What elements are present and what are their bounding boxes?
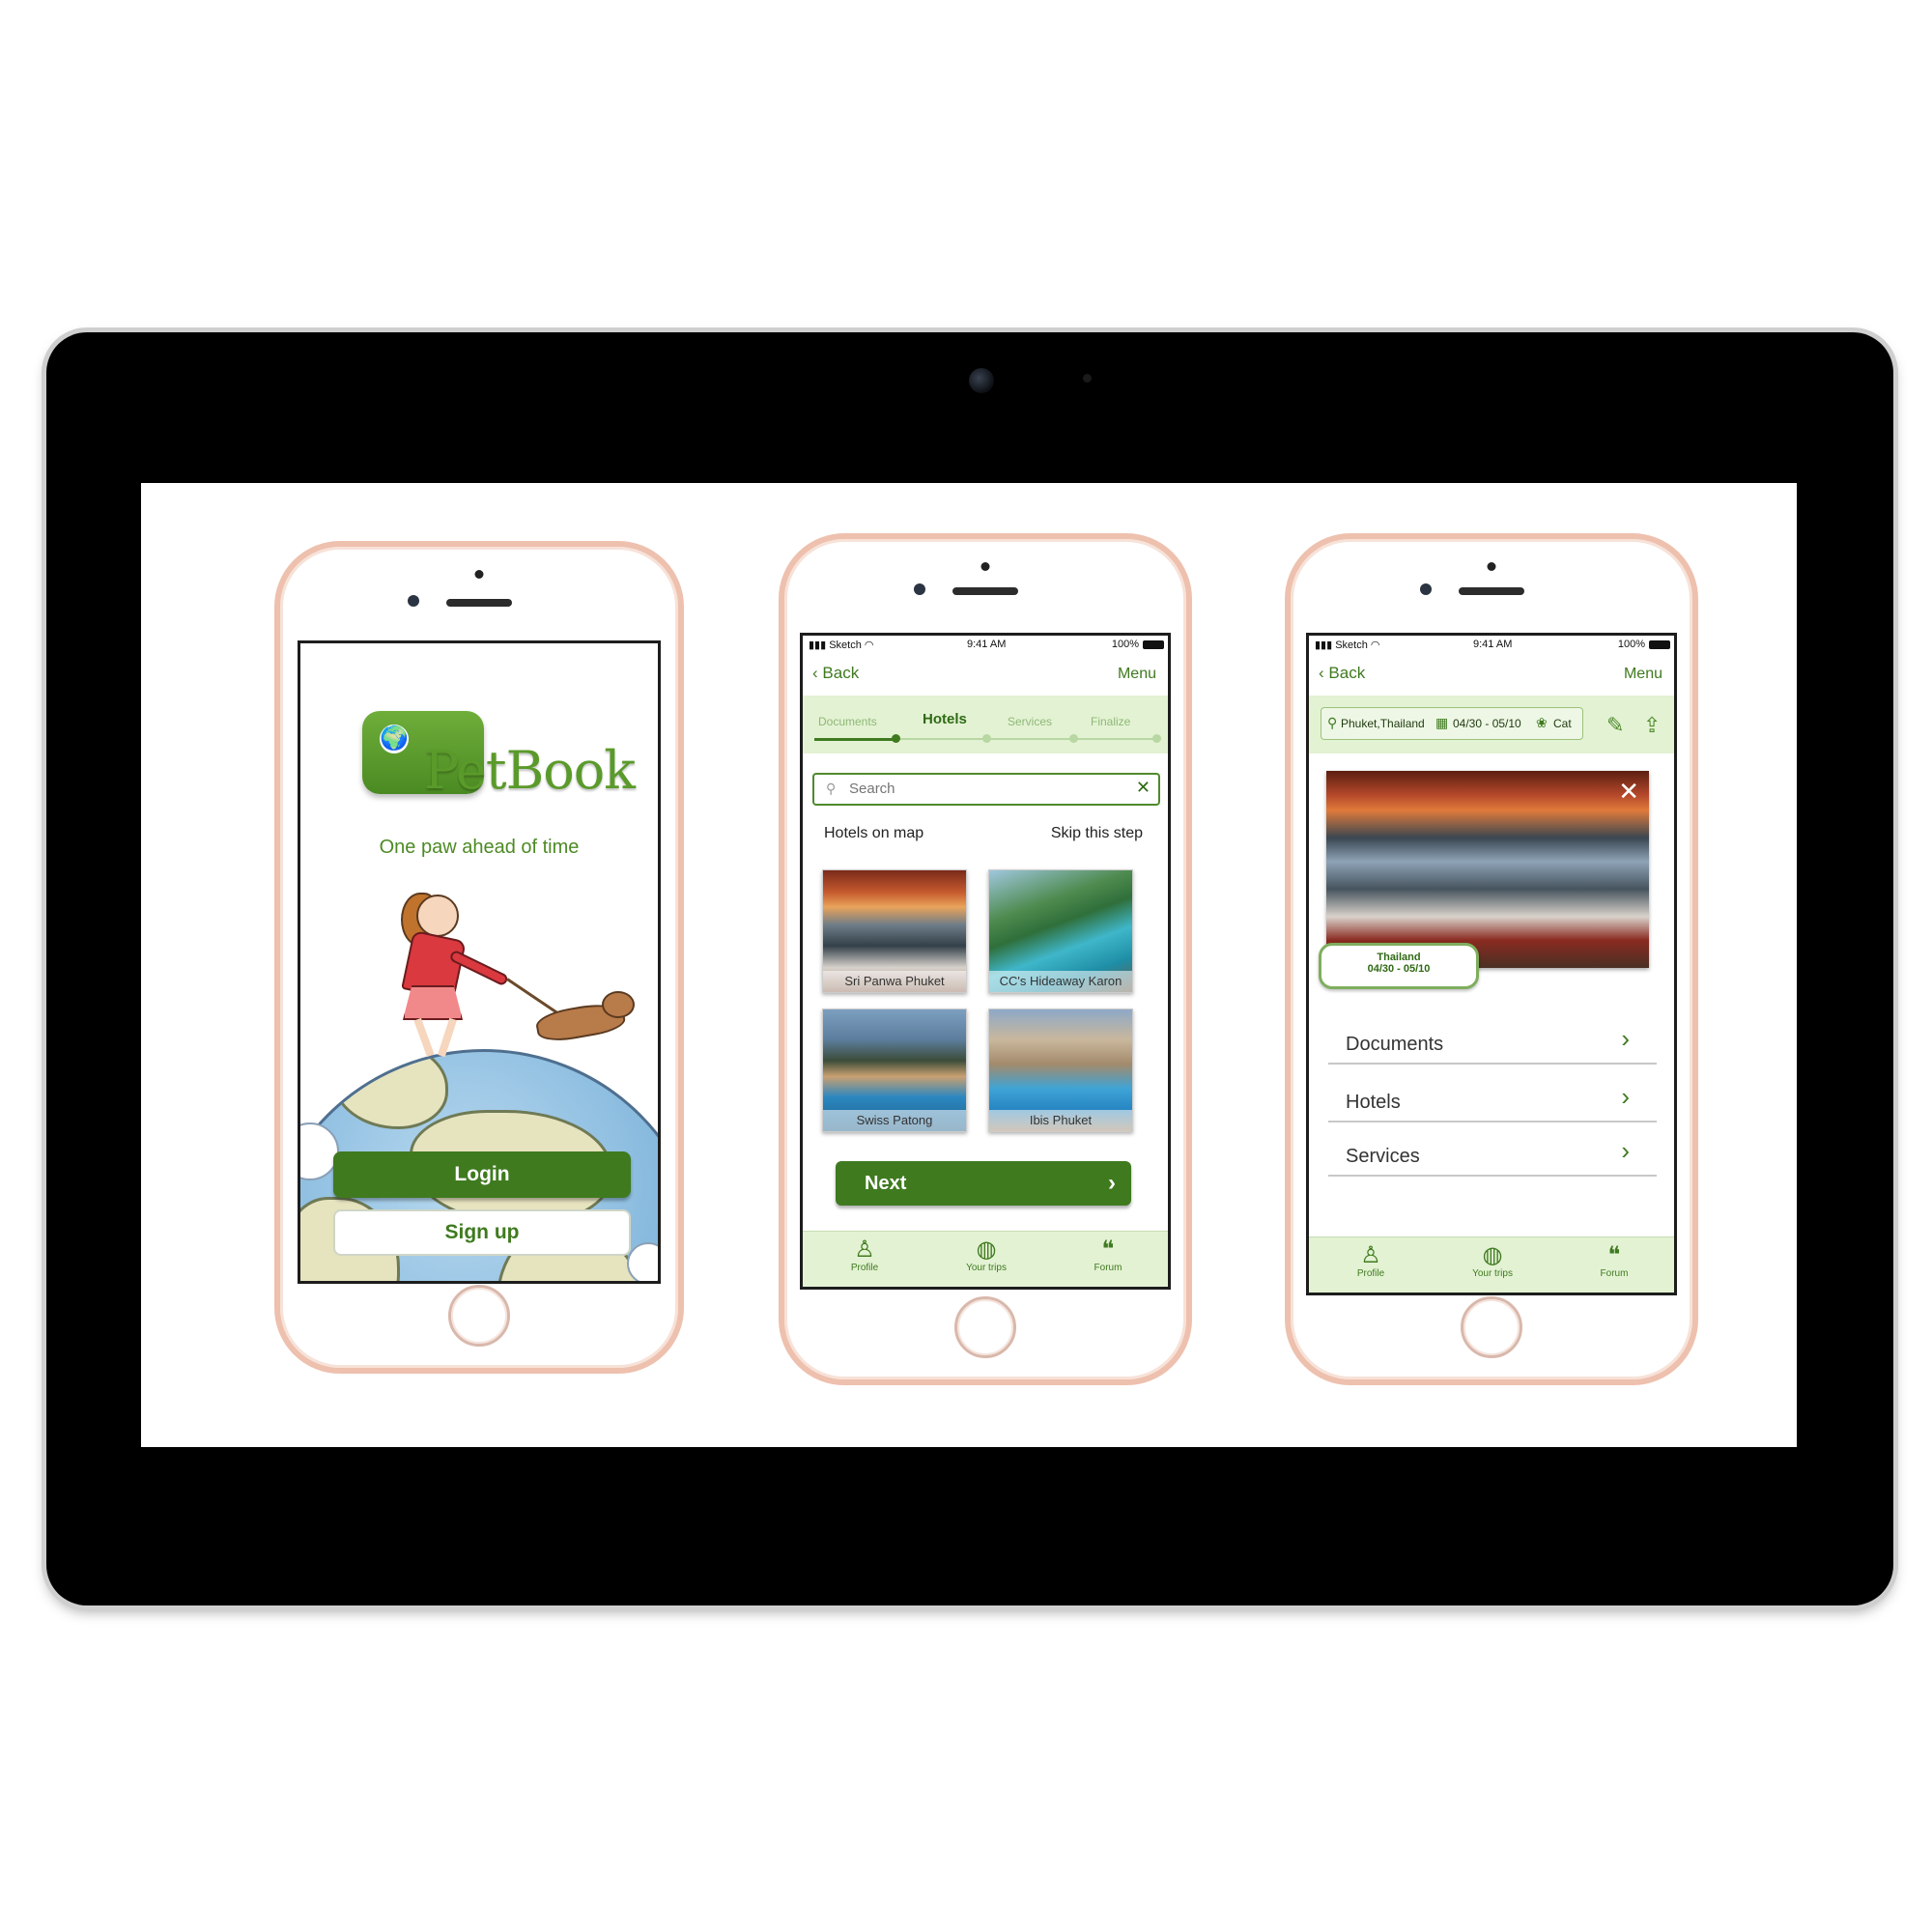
battery-icon [1649,640,1670,649]
tagline: One paw ahead of time [379,837,580,858]
signup-button[interactable]: Sign up [333,1209,631,1256]
cloud [627,1242,658,1281]
tab-your-trips[interactable]: ◍ Your trips [948,1236,1025,1274]
status-bar: ▮▮▮ Sketch ◠ 9:41 AM 100% [803,636,1168,655]
section-row-services[interactable]: Services › [1328,1121,1657,1177]
phone-sensor [980,562,990,571]
chevron-right-icon: › [1108,1170,1116,1196]
status-bar: ▮▮▮ Sketch ◠ 9:41 AM 100% [1309,636,1674,655]
location-pin-icon: ⚲ [1327,715,1338,730]
person-icon: ♙ [1360,1242,1381,1268]
hotels-on-map-link[interactable]: Hotels on map [824,825,923,842]
globe-icon: ◍ [1482,1242,1503,1268]
tab-bar: ♙ Profile ◍ Your trips ❝ Forum [803,1231,1168,1287]
phone-sensor [1487,562,1496,571]
person-icon: ♙ [854,1236,875,1263]
step-services[interactable]: Services [1008,715,1052,728]
home-button[interactable] [1461,1296,1522,1358]
clear-icon[interactable]: ✕ [1136,778,1151,798]
phone-hotels: ▮▮▮ Sketch ◠ 9:41 AM 100% ‹ Back Menu Do… [779,533,1192,1385]
tablet-sensor [1083,374,1092,383]
earpiece [1459,587,1524,595]
globe-icon: ◍ [976,1236,997,1263]
earpiece [446,599,512,607]
chevron-right-icon: › [1621,1082,1630,1111]
nav-bar: ‹ Back Menu [1309,655,1674,696]
login-screen: 🌍 PetBook One paw ahead of time Login Si… [298,640,661,1284]
chat-icon: ❝ [1607,1242,1621,1268]
nav-bar: ‹ Back Menu [803,655,1168,696]
chevron-right-icon: › [1621,1024,1630,1053]
back-button[interactable]: ‹ Back [812,664,859,683]
globe-icon: 🌍 [380,724,409,753]
phone-login: 🌍 PetBook One paw ahead of time Login Si… [274,541,684,1374]
trip-badge: Thailand 04/30 - 05/10 [1319,943,1479,989]
chevron-left-icon: ‹ [1319,664,1324,682]
phone-trip: ▮▮▮ Sketch ◠ 9:41 AM 100% ‹ Back Menu ⚲ … [1285,533,1698,1385]
front-camera [914,583,925,595]
search-input[interactable] [847,780,1098,798]
step-hotels[interactable]: Hotels [923,711,967,727]
search-field[interactable]: ⚲ ✕ [812,773,1160,806]
tablet-camera [969,368,994,393]
hotels-screen: ▮▮▮ Sketch ◠ 9:41 AM 100% ‹ Back Menu Do… [800,633,1171,1290]
logo-wordmark: PetBook [424,740,636,801]
tablet-screen: 🌍 PetBook One paw ahead of time Login Si… [141,483,1797,1447]
section-row-documents[interactable]: Documents › [1328,1009,1657,1065]
earpiece [952,587,1018,595]
hotel-card[interactable]: Swiss Patong [822,1009,967,1132]
tab-forum[interactable]: ❝ Forum [1576,1242,1653,1280]
hotel-card[interactable]: CC's Hideaway Karon [988,869,1133,993]
tab-profile[interactable]: ♙ Profile [826,1236,903,1274]
calendar-icon: ▦ [1435,715,1449,730]
trip-screen: ▮▮▮ Sketch ◠ 9:41 AM 100% ‹ Back Menu ⚲ … [1306,633,1677,1295]
step-finalize[interactable]: Finalize [1091,715,1130,728]
chat-icon: ❝ [1101,1236,1115,1263]
home-button[interactable] [954,1296,1016,1358]
home-button[interactable] [448,1285,510,1347]
tab-profile[interactable]: ♙ Profile [1332,1242,1409,1280]
skip-step-link[interactable]: Skip this step [1051,825,1143,842]
menu-button[interactable]: Menu [1624,666,1662,683]
menu-button[interactable]: Menu [1118,666,1156,683]
edit-icon[interactable]: ✎ [1606,713,1624,738]
phone-sensor [474,570,484,579]
front-camera [408,595,419,607]
chevron-right-icon: › [1621,1136,1630,1165]
paw-icon: ❀ [1536,715,1548,730]
progress-steps: Documents Hotels Services Finalize [803,696,1168,753]
battery-icon [1143,640,1164,649]
trip-summary-chip[interactable]: ⚲ Phuket,Thailand ▦ 04/30 - 05/10 ❀ Cat [1321,707,1583,740]
hotel-card[interactable]: Ibis Phuket [988,1009,1133,1132]
tab-bar: ♙ Profile ◍ Your trips ❝ Forum [1309,1236,1674,1293]
hotel-card[interactable]: Sri Panwa Phuket [822,869,967,993]
hotel-detail-photo: ✕ [1326,771,1649,968]
login-button[interactable]: Login [333,1151,631,1198]
back-button[interactable]: ‹ Back [1319,664,1365,683]
share-icon[interactable]: ⇪ [1643,713,1661,738]
front-camera [1420,583,1432,595]
tab-your-trips[interactable]: ◍ Your trips [1454,1242,1531,1280]
trip-info-bar: ⚲ Phuket,Thailand ▦ 04/30 - 05/10 ❀ Cat … [1309,696,1674,753]
step-documents[interactable]: Documents [818,715,877,728]
search-icon: ⚲ [826,781,837,796]
close-icon[interactable]: ✕ [1618,777,1639,807]
next-button[interactable]: Next › [836,1161,1131,1206]
chevron-left-icon: ‹ [812,664,818,682]
section-row-hotels[interactable]: Hotels › [1328,1066,1657,1122]
tab-forum[interactable]: ❝ Forum [1069,1236,1147,1274]
